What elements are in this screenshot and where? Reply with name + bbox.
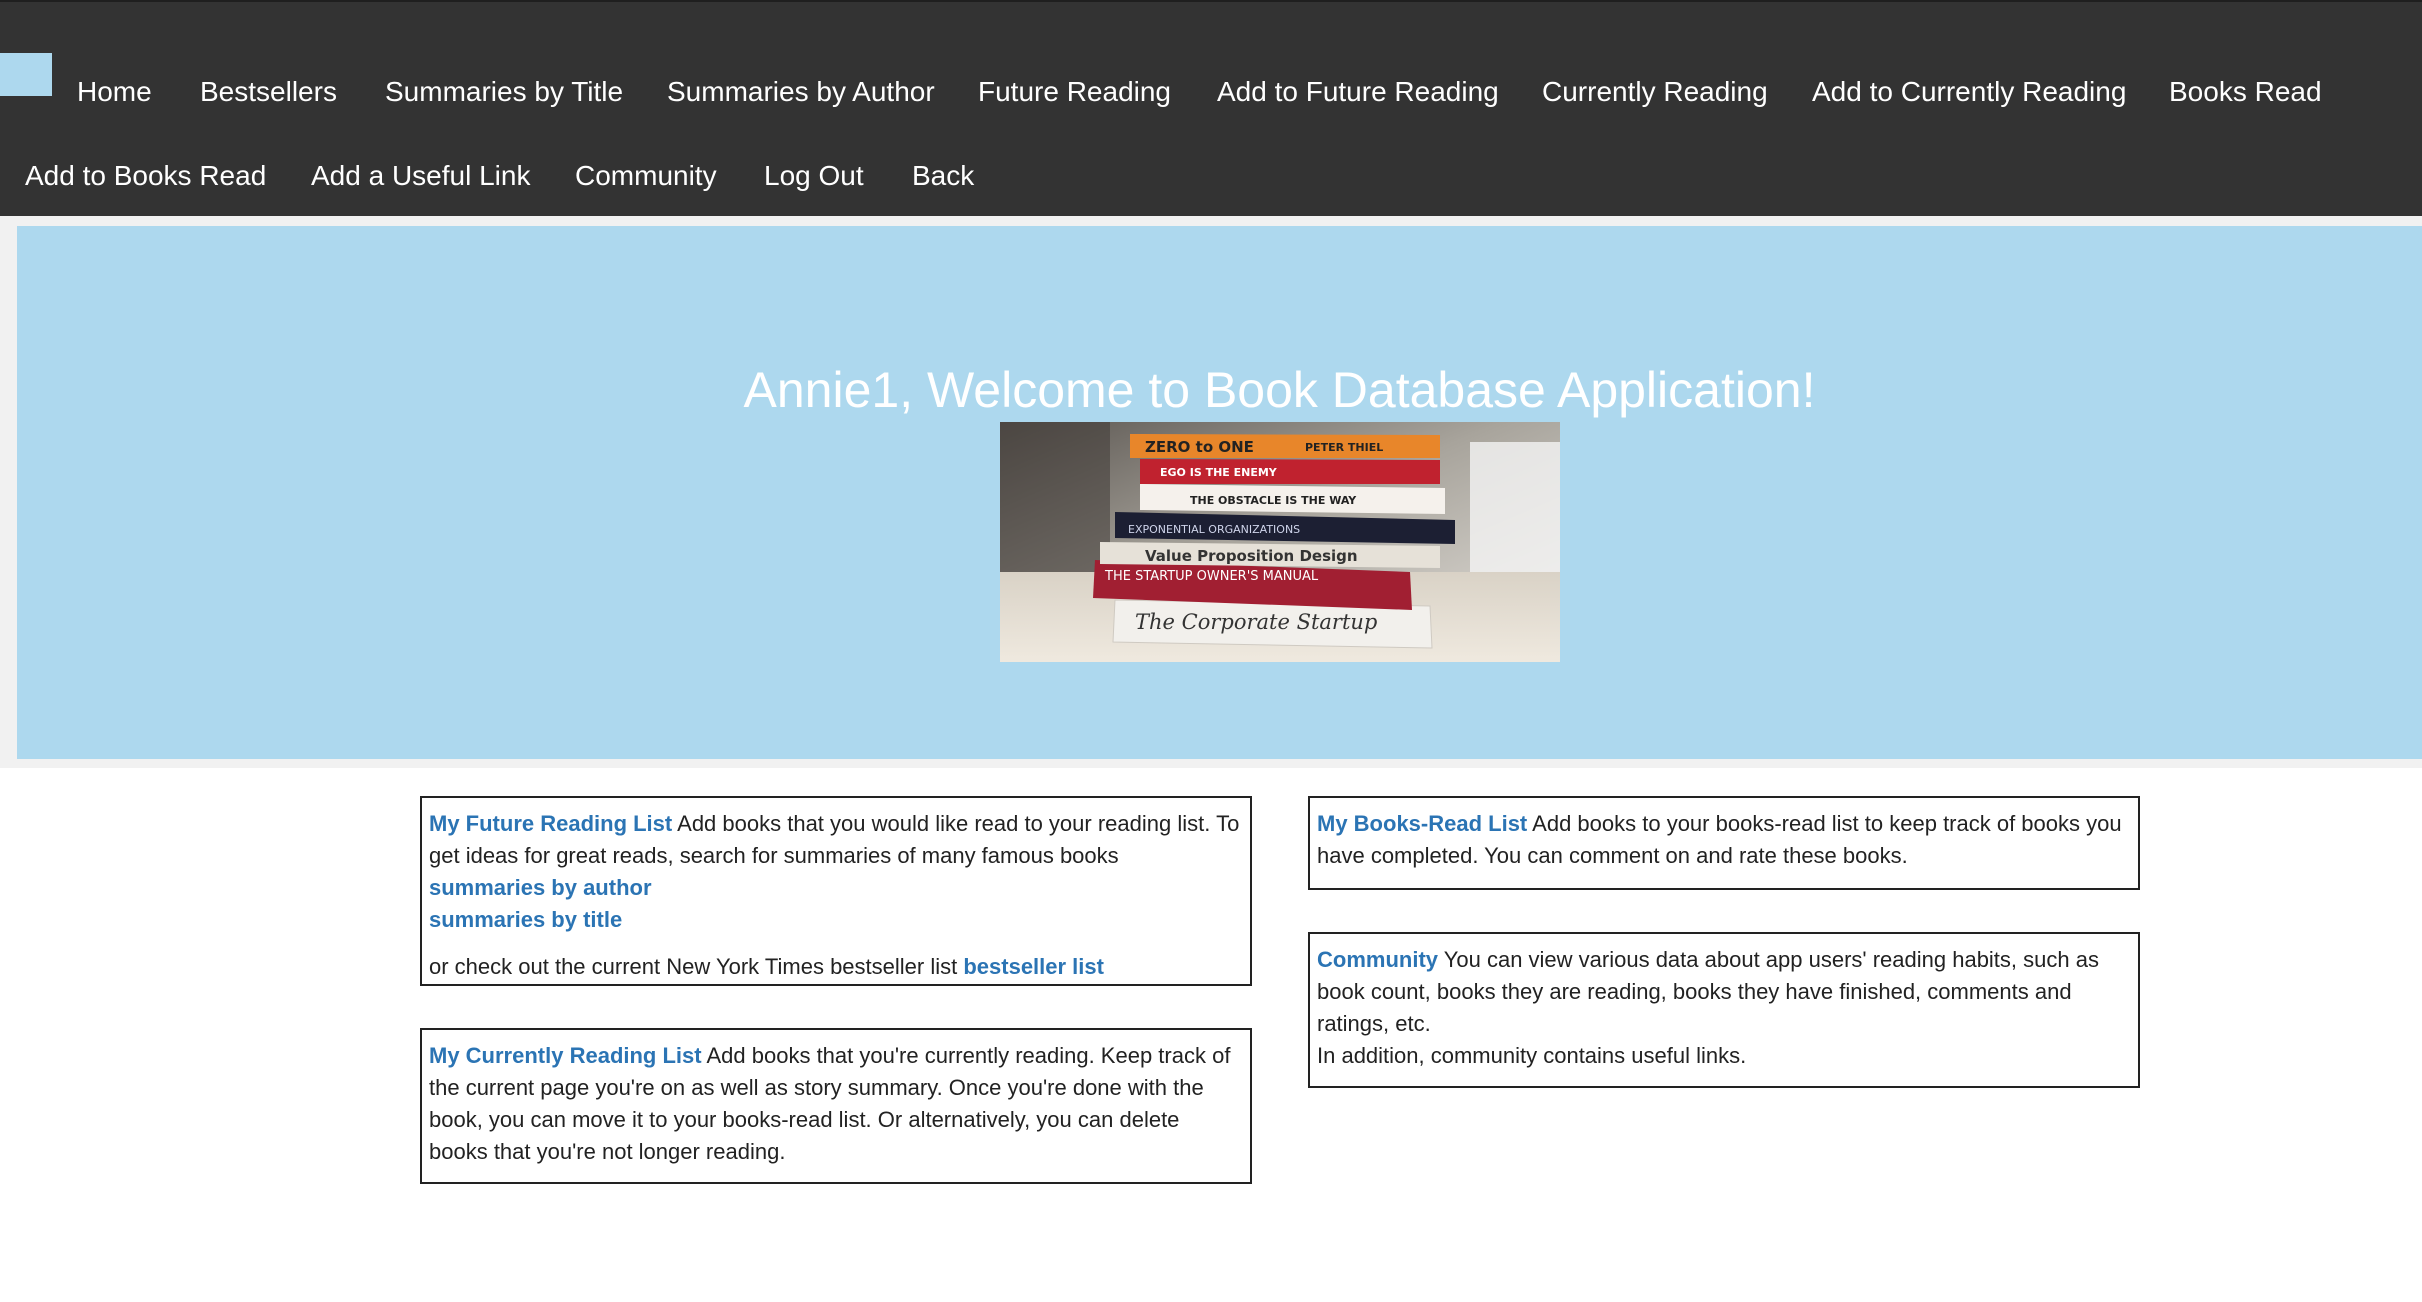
bestseller-list-link[interactable]: bestseller list <box>963 954 1104 979</box>
nav-add-to-currently-reading[interactable]: Add to Currently Reading <box>1812 72 2126 112</box>
nav-add-to-future-reading[interactable]: Add to Future Reading <box>1217 72 1499 112</box>
svg-text:Value Proposition Design: Value Proposition Design <box>1145 547 1358 565</box>
nav-log-out[interactable]: Log Out <box>764 156 864 196</box>
nav-home[interactable]: Home <box>77 72 152 112</box>
community-card: Community You can view various data abou… <box>1308 932 2140 1088</box>
nav-currently-reading[interactable]: Currently Reading <box>1542 72 1768 112</box>
nav-add-to-books-read[interactable]: Add to Books Read <box>25 156 266 196</box>
svg-text:THE OBSTACLE IS THE WAY: THE OBSTACLE IS THE WAY <box>1190 494 1357 507</box>
nav-bestsellers[interactable]: Bestsellers <box>200 72 337 112</box>
bestseller-text: or check out the current New York Times … <box>429 954 964 979</box>
nav-summaries-by-title[interactable]: Summaries by Title <box>385 72 623 112</box>
book-stack-image: The Corporate Startup THE STARTUP OWNER'… <box>1000 422 1560 662</box>
community-link[interactable]: Community <box>1317 947 1438 972</box>
summaries-by-title-link[interactable]: summaries by title <box>429 904 1243 936</box>
community-useful-links-note: In addition, community contains useful l… <box>1317 1043 1747 1068</box>
summaries-by-author-link[interactable]: summaries by author <box>429 872 1243 904</box>
book-spine-ego-is-the-enemy: EGO IS THE ENEMY <box>1140 459 1440 484</box>
nav-back[interactable]: Back <box>912 156 974 196</box>
svg-text:EXPONENTIAL ORGANIZATIONS: EXPONENTIAL ORGANIZATIONS <box>1128 523 1300 536</box>
svg-text:PETER THIEL: PETER THIEL <box>1305 441 1383 454</box>
book-spine-zero-to-one: ZERO to ONE PETER THIEL <box>1130 434 1440 458</box>
svg-text:THE STARTUP OWNER'S MANUAL: THE STARTUP OWNER'S MANUAL <box>1104 569 1319 584</box>
svg-text:ZERO to ONE: ZERO to ONE <box>1145 438 1254 456</box>
bestseller-line: or check out the current New York Times … <box>429 951 1243 983</box>
svg-text:EGO IS THE ENEMY: EGO IS THE ENEMY <box>1160 466 1278 479</box>
currently-reading-card: My Currently Reading List Add books that… <box>420 1028 1252 1184</box>
my-books-read-list-link[interactable]: My Books-Read List <box>1317 811 1527 836</box>
nav-summaries-by-author[interactable]: Summaries by Author <box>667 72 935 112</box>
book-spine-obstacle-is-the-way: THE OBSTACLE IS THE WAY <box>1140 484 1445 514</box>
nav-future-reading[interactable]: Future Reading <box>978 72 1171 112</box>
books-read-card: My Books-Read List Add books to your boo… <box>1308 796 2140 890</box>
svg-text:The Corporate Startup: The Corporate Startup <box>1135 610 1377 634</box>
top-navigation-bar: Home Bestsellers Summaries by Title Summ… <box>0 0 2422 216</box>
welcome-heading: Annie1, Welcome to Book Database Applica… <box>743 362 1816 418</box>
nav-logo-square[interactable] <box>0 53 52 96</box>
my-future-reading-list-link[interactable]: My Future Reading List <box>429 811 672 836</box>
nav-add-a-useful-link[interactable]: Add a Useful Link <box>311 156 530 196</box>
book-stack-photo: The Corporate Startup THE STARTUP OWNER'… <box>1000 422 1560 662</box>
future-reading-card: My Future Reading List Add books that yo… <box>420 796 1252 986</box>
nav-books-read[interactable]: Books Read <box>2169 72 2322 112</box>
book-spine-value-proposition-design: Value Proposition Design <box>1100 542 1440 568</box>
nav-community[interactable]: Community <box>575 156 717 196</box>
my-currently-reading-list-link[interactable]: My Currently Reading List <box>429 1043 702 1068</box>
